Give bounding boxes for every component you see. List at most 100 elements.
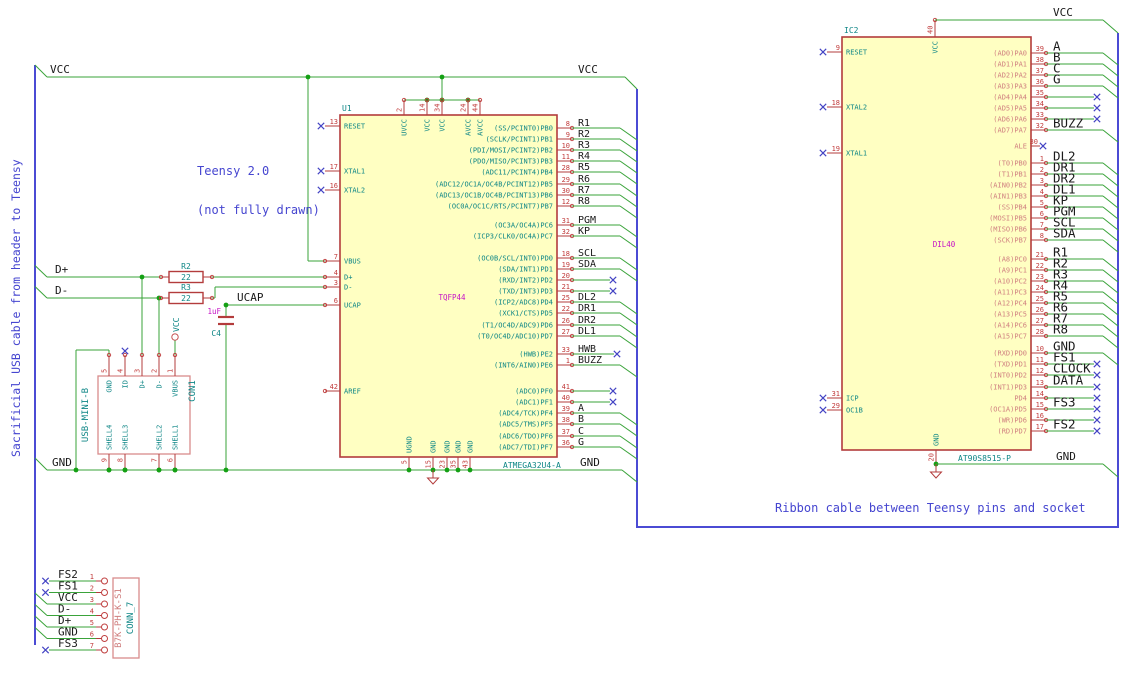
junction-dot [139,274,145,280]
text-label: (T1)PB1 [997,171,1027,179]
text-label: (SS/PCINT0)PB0 [494,125,553,133]
pin-ring [101,589,108,596]
usb-value: USB-MINI-B [81,388,91,442]
resistor-r2: R222 [158,262,215,284]
net-label: SCL [578,248,596,259]
text-label: 12 [562,198,570,206]
text-label: D+ [139,380,147,388]
net-label: GND [580,456,600,469]
text-label: 17 [1036,423,1044,431]
bus-entry [619,446,638,460]
text-label: GND [933,433,941,446]
text-label: ALE [1014,143,1027,151]
net-label: VCC [578,63,598,76]
text-label: RESET [846,49,868,57]
text-label: 6 [90,631,94,639]
text-label: (ADC5/TMS)PF5 [498,421,553,429]
text-label: 30 [562,187,570,195]
bus-entry [1102,162,1119,176]
text-label: (AD6)PA6 [993,116,1027,124]
resistor-r3-value: 22 [181,294,191,303]
note-sacrificial-usb-cable: Sacrificial USB cable from header to Tee… [9,159,23,457]
text-label: 17 [330,163,338,171]
bus-entry [1102,269,1119,283]
text-label: (A9)PC1 [997,267,1027,275]
text-label: (WR)PD6 [997,417,1027,425]
text-label: 37 [562,428,570,436]
conn7-ref: CONN_7 [126,602,136,635]
bus-entry [1102,63,1119,77]
wire [624,76,638,90]
bus-entry [1102,291,1119,305]
text-label: 41 [562,383,570,391]
bus-entry [1102,463,1119,478]
text-label: 28 [562,164,570,172]
text-label: 40 [562,394,570,402]
text-label: 23 [1036,273,1044,281]
pin-ring [101,635,108,642]
text-label: SHELL3 [122,425,130,450]
text-label: (ADC6/TDO)PF6 [498,433,553,441]
usb-pin-8: SHELL3 8 [117,425,130,473]
text-label: 32 [1036,122,1044,130]
net-label: B [578,414,584,425]
bus-entry [1102,19,1119,34]
net-label: DR2 [578,315,596,326]
resistor-r3: R322 [158,283,215,305]
bus-entry [619,312,638,326]
text-label: 37 [1036,67,1044,75]
text-label: (A11)PC3 [993,289,1027,297]
net-label: R4 [578,151,590,162]
bus-entry [1102,258,1119,272]
text-label: 40 [927,26,935,34]
junction-dot [439,74,445,80]
net-label: BUZZ [578,355,602,366]
note-teensy-line2: (not fully drawn) [197,203,320,217]
no-connect-x [1093,405,1101,413]
text-label: (ADC7/TDI)PF7 [498,444,553,452]
junction-dot [223,302,229,308]
text-label: (ICP3/CLK0/OC4A)PC7 [473,233,553,241]
usb-vcc-symbol: VCC [171,317,181,341]
text-label: 36 [562,439,570,447]
text-label: XTAL2 [344,187,365,195]
bus-entry [619,364,638,378]
text-label: 8 [1040,232,1044,240]
text-label: 33 [1036,111,1044,119]
ic2-value: AT90S8515-P [958,454,1011,463]
text-label: 27 [562,328,570,336]
text-label: (OC0B/SCL/INT0)PD0 [477,255,553,263]
no-connect-x [613,350,621,358]
conn7-connector: B7K-PH-K-S1 CONN_7 [112,577,140,659]
text-label: 20 [562,272,570,280]
usb-pin-6: SHELL1 6 [167,425,180,473]
pin-ring [101,600,108,608]
bus-entry [619,127,638,141]
bus-entry [619,412,638,426]
no-connect-x [317,122,325,130]
text-label: 2 [151,369,159,373]
usb-pin-3: D+ 3 [134,352,147,388]
no-connect-x [819,406,827,414]
text-label: D- [344,284,352,292]
text-label: 30 [1030,138,1038,146]
bus-entry [1102,85,1119,99]
text-label: VCC [932,41,940,54]
text-label: (TXD/INT3)PD3 [498,288,553,296]
text-label: (A8)PC0 [997,256,1027,264]
text-label: 2 [90,585,94,593]
wire [34,64,48,78]
text-label: (AD4)PA4 [993,94,1027,102]
text-label: PD4 [1014,395,1027,403]
text-label: 18 [832,99,840,107]
gnd-symbol [426,477,440,485]
note-ribbon-cable: Ribbon cable between Teensy pins and soc… [775,501,1086,515]
vcc-circle [171,333,179,341]
text-label: GND [455,440,463,453]
net-label: R1 [578,118,590,129]
net-label: PGM [578,215,596,226]
text-label: (T1/OC4D/ADC9)PD6 [481,322,553,330]
net-label: GND [1056,450,1076,463]
no-connect-x [1093,115,1101,123]
bus-entry [1102,239,1119,253]
